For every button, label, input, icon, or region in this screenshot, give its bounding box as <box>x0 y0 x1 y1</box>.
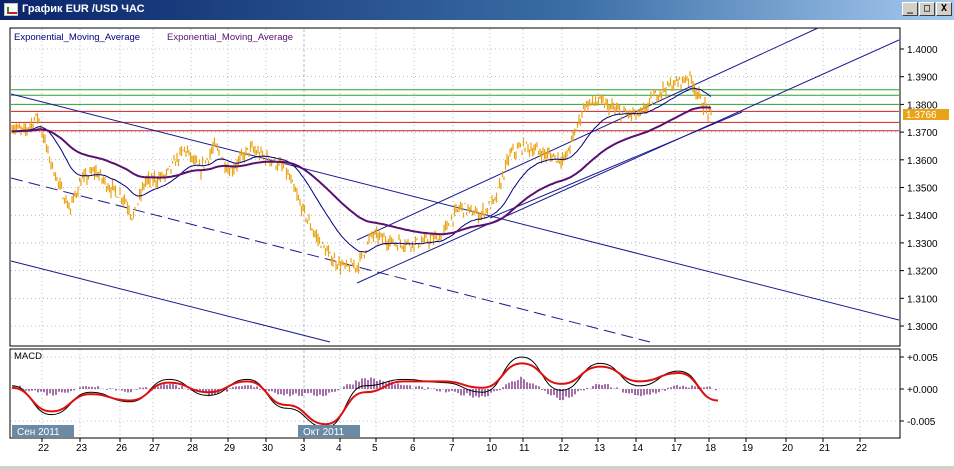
close-button[interactable]: X <box>936 2 952 16</box>
price-tick-label-1: 1.3900 <box>907 73 938 84</box>
time-tick-label-4: 28 <box>187 443 199 454</box>
time-tick-label-9: 5 <box>372 443 378 454</box>
time-tick-label-10: 6 <box>410 443 416 454</box>
time-tick-label-14: 12 <box>558 443 570 454</box>
time-tick-label-2: 26 <box>116 443 128 454</box>
time-tick-label-8: 4 <box>336 443 342 454</box>
time-tick-label-5: 29 <box>224 443 236 454</box>
price-tick-label-4: 1.3600 <box>907 156 938 167</box>
window-title: График EUR /USD ЧАС <box>22 3 145 15</box>
minimize-button[interactable]: _ <box>902 2 918 16</box>
price-tick-label-10: 1.3000 <box>907 322 938 333</box>
time-tick-label-11: 7 <box>449 443 455 454</box>
time-tick-label-19: 19 <box>742 443 754 454</box>
window-titlebar: График EUR /USD ЧАС _ □ X <box>0 0 954 20</box>
time-tick-label-17: 17 <box>671 443 683 454</box>
current-price-value: 1.3766 <box>906 110 937 121</box>
time-tick-label-16: 14 <box>632 443 644 454</box>
time-tick-label-3: 27 <box>149 443 161 454</box>
time-tick-label-12: 10 <box>486 443 498 454</box>
price-tick-label-6: 1.3400 <box>907 211 938 222</box>
month-marker-oct-label: Окт 2011 <box>303 427 345 438</box>
macd-pane[interactable] <box>9 348 901 439</box>
ema-label-slow: Exponential_Moving_Average <box>167 32 293 43</box>
restore-button[interactable]: □ <box>919 2 935 16</box>
price-tick-label-7: 1.3300 <box>907 239 938 250</box>
price-tick-label-9: 1.3100 <box>907 294 938 305</box>
macd-tick-label-2: -0.005 <box>907 417 936 428</box>
macd-tick-label-0: +0.005 <box>907 353 938 364</box>
macd-label: MACD <box>14 351 42 362</box>
time-tick-label-15: 13 <box>594 443 606 454</box>
time-tick-label-0: 22 <box>38 443 50 454</box>
time-tick-label-7: 3 <box>300 443 306 454</box>
time-tick-label-6: 30 <box>262 443 274 454</box>
month-marker-sep-label: Сен 2011 <box>17 427 60 438</box>
ema-label-fast: Exponential_Moving_Average <box>14 32 140 43</box>
chart-app-icon <box>4 3 18 16</box>
chart-canvas[interactable]: 22 23 26 27 28 29 30 3 4 5 6 7 10 11 12 13 14 17 18 19 20 21 2… <box>0 20 954 466</box>
price-tick-label-8: 1.3200 <box>907 267 938 278</box>
time-tick-label-13: 11 <box>519 443 530 454</box>
price-tick-label-3: 1.3700 <box>907 128 938 139</box>
time-tick-label-20: 20 <box>782 443 794 454</box>
time-tick-label-1: 23 <box>76 443 88 454</box>
macd-tick-label-1: +0.000 <box>907 385 938 396</box>
time-tick-label-18: 18 <box>705 443 717 454</box>
time-tick-label-22: 22 <box>856 443 868 454</box>
time-tick-label-21: 21 <box>819 443 831 454</box>
price-tick-label-5: 1.3500 <box>907 184 938 195</box>
chart-window: 22 23 26 27 28 29 30 3 4 5 6 7 10 11 12 13 14 17 18 19 20 21 2… <box>0 20 954 466</box>
price-tick-label-0: 1.4000 <box>907 45 938 56</box>
